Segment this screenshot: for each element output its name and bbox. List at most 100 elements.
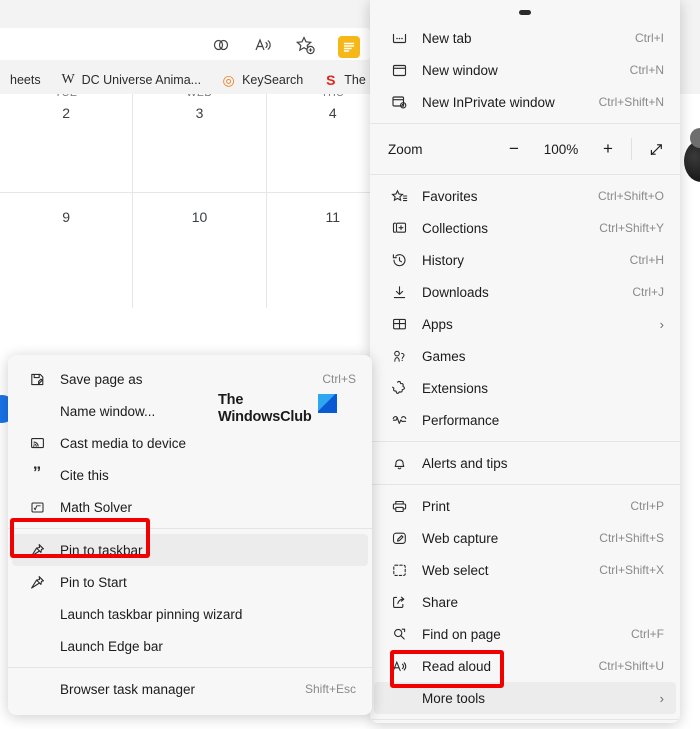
right-page-edge: [679, 94, 700, 729]
edge-settings-menu: New tab Ctrl+I New window Ctrl+N New InP…: [370, 0, 680, 723]
menu-item-label: Print: [422, 499, 620, 514]
menu-item-more-tools[interactable]: More tools ›: [374, 682, 676, 714]
menu-item-history[interactable]: History Ctrl+H: [374, 244, 676, 276]
submenu-item-label: Cast media to device: [60, 436, 346, 451]
submenu-item-browser-task-manager[interactable]: Browser task manager Shift+Esc: [12, 673, 368, 705]
menu-item-print[interactable]: Print Ctrl+P: [374, 490, 676, 522]
wikipedia-icon: W: [61, 73, 76, 88]
zoom-divider: [631, 138, 632, 160]
fullscreen-icon[interactable]: [636, 134, 676, 164]
print-icon: [388, 498, 410, 515]
submenu-item-label: Math Solver: [60, 500, 346, 515]
calendar-day-number: 2: [0, 105, 132, 121]
menu-item-performance[interactable]: Performance: [374, 404, 676, 436]
submenu-item-cast-media[interactable]: Cast media to device: [12, 427, 368, 459]
menu-item-games[interactable]: Games: [374, 340, 676, 372]
menu-item-alerts-and-tips[interactable]: Alerts and tips: [374, 447, 676, 479]
menu-item-web-capture[interactable]: Web capture Ctrl+Shift+S: [374, 522, 676, 554]
pin-icon: [26, 574, 48, 591]
split-screen-icon[interactable]: [210, 34, 232, 56]
calendar-day-number: 10: [133, 209, 265, 225]
address-bar[interactable]: [0, 28, 380, 60]
menu-item-extensions[interactable]: Extensions: [374, 372, 676, 404]
menu-item-inprivate-window[interactable]: New InPrivate window Ctrl+Shift+N: [374, 86, 676, 118]
menu-item-label: Extensions: [422, 381, 654, 396]
menu-item-new-window[interactable]: New window Ctrl+N: [374, 54, 676, 86]
submenu-item-label: Developer tools: [60, 714, 286, 716]
menu-item-label: More tools: [422, 691, 652, 706]
add-favorite-icon[interactable]: [294, 34, 316, 56]
menu-item-label: Share: [422, 595, 654, 610]
calendar-grid: TUE 2 WED 3 THU 4 9 10 11: [0, 76, 400, 366]
menu-item-label: Read aloud: [422, 659, 589, 674]
menu-divider: [370, 719, 680, 720]
extensions-icon: [388, 380, 410, 397]
menu-item-label: Games: [422, 349, 654, 364]
submenu-item-pin-to-taskbar[interactable]: Pin to taskbar: [12, 534, 368, 566]
menu-item-apps[interactable]: Apps ›: [374, 308, 676, 340]
menu-grabber-handle[interactable]: [519, 10, 531, 15]
menu-item-label: New InPrivate window: [422, 95, 589, 110]
submenu-item-label: Pin to taskbar: [60, 543, 346, 558]
menu-divider: [370, 174, 680, 175]
menu-item-new-tab[interactable]: New tab Ctrl+I: [374, 22, 676, 54]
menu-item-label: Collections: [422, 221, 589, 236]
collections-toolbar-icon[interactable]: [338, 36, 360, 58]
menu-item-web-select[interactable]: Web select Ctrl+Shift+X: [374, 554, 676, 586]
bookmark-item[interactable]: ◎ KeySearch: [211, 69, 313, 91]
calendar-day-cell[interactable]: WED 3: [133, 77, 266, 192]
bookmark-item[interactable]: W DC Universe Anima...: [51, 69, 211, 91]
submenu-item-launch-taskbar-pinning-wizard[interactable]: Launch taskbar pinning wizard: [12, 598, 368, 630]
read-aloud-icon: [388, 658, 410, 675]
inprivate-window-icon: [388, 94, 410, 111]
submenu-item-math-solver[interactable]: Math Solver: [12, 491, 368, 523]
collections-icon: [388, 220, 410, 237]
submenu-item-developer-tools[interactable]: Developer tools Ctrl+Shift+I: [12, 705, 368, 715]
menu-item-label: Downloads: [422, 285, 622, 300]
share-icon: [388, 594, 410, 611]
menu-item-shortcut: Ctrl+N: [620, 63, 664, 77]
menu-item-shortcut: Ctrl+Shift+S: [589, 531, 664, 545]
calendar-day-cell[interactable]: 10: [133, 193, 266, 308]
menu-item-favorites[interactable]: Favorites Ctrl+Shift+O: [374, 180, 676, 212]
zoom-label: Zoom: [388, 142, 495, 157]
menu-item-collections[interactable]: Collections Ctrl+Shift+Y: [374, 212, 676, 244]
submenu-item-shortcut: Ctrl+S: [312, 372, 356, 386]
new-window-icon: [388, 62, 410, 79]
submenu-item-cite-this[interactable]: ” Cite this: [12, 459, 368, 491]
chevron-right-icon: ›: [652, 691, 664, 706]
apps-icon: [388, 316, 410, 333]
menu-item-downloads[interactable]: Downloads Ctrl+J: [374, 276, 676, 308]
menu-divider: [370, 441, 680, 442]
calendar-day-cell[interactable]: 9: [0, 193, 133, 308]
submenu-item-label: Browser task manager: [60, 682, 295, 697]
submenu-item-label: Cite this: [60, 468, 346, 483]
zoom-in-button[interactable]: +: [589, 134, 627, 164]
menu-item-read-aloud[interactable]: Read aloud Ctrl+Shift+U: [374, 650, 676, 682]
bookmark-label: DC Universe Anima...: [82, 73, 201, 87]
read-aloud-icon[interactable]: [252, 34, 274, 56]
web-select-icon: [388, 562, 410, 579]
submenu-item-label: Launch Edge bar: [60, 639, 346, 654]
pin-icon: [26, 542, 48, 559]
save-page-icon: [26, 371, 48, 388]
bookmark-label: heets: [10, 73, 41, 87]
submenu-item-name-window[interactable]: Name window...: [12, 395, 368, 427]
web-capture-icon: [388, 530, 410, 547]
zoom-controls: − 100% +: [495, 134, 676, 164]
menu-item-shortcut: Ctrl+Shift+O: [588, 189, 664, 203]
submenu-item-launch-edge-bar[interactable]: Launch Edge bar: [12, 630, 368, 662]
handbrake-icon: S: [323, 73, 338, 88]
menu-item-find-on-page[interactable]: Find on page Ctrl+F: [374, 618, 676, 650]
zoom-out-button[interactable]: −: [495, 134, 533, 164]
menu-item-shortcut: Ctrl+Shift+Y: [589, 221, 664, 235]
menu-item-shortcut: Ctrl+J: [622, 285, 664, 299]
submenu-item-pin-to-start[interactable]: Pin to Start: [12, 566, 368, 598]
menu-divider: [370, 123, 680, 124]
menu-item-shortcut: Ctrl+F: [621, 627, 664, 641]
bookmark-item[interactable]: heets: [0, 69, 51, 91]
menu-item-share[interactable]: Share: [374, 586, 676, 618]
keysearch-icon: ◎: [221, 73, 236, 88]
submenu-item-save-page-as[interactable]: Save page as Ctrl+S: [12, 363, 368, 395]
calendar-day-cell[interactable]: TUE 2: [0, 77, 133, 192]
